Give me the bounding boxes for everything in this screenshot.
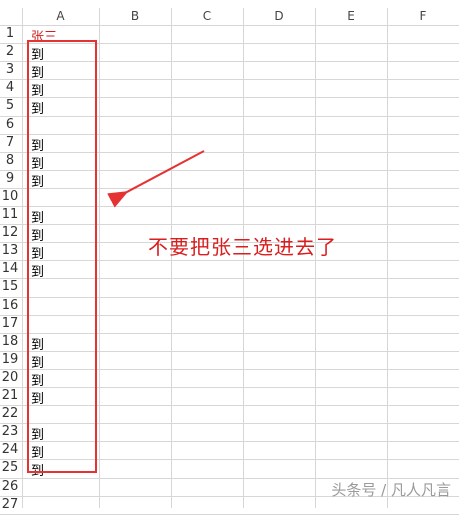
annotation-text: 不要把张三选进去了 [148, 235, 337, 259]
watermark: 头条号 / 凡人凡言 [331, 481, 451, 499]
spreadsheet: ABCDEF 1 2 3 4 5 6 7 8 9 10 11 12 13 14 15 16 17 18 19 20 21… [0, 0, 459, 515]
